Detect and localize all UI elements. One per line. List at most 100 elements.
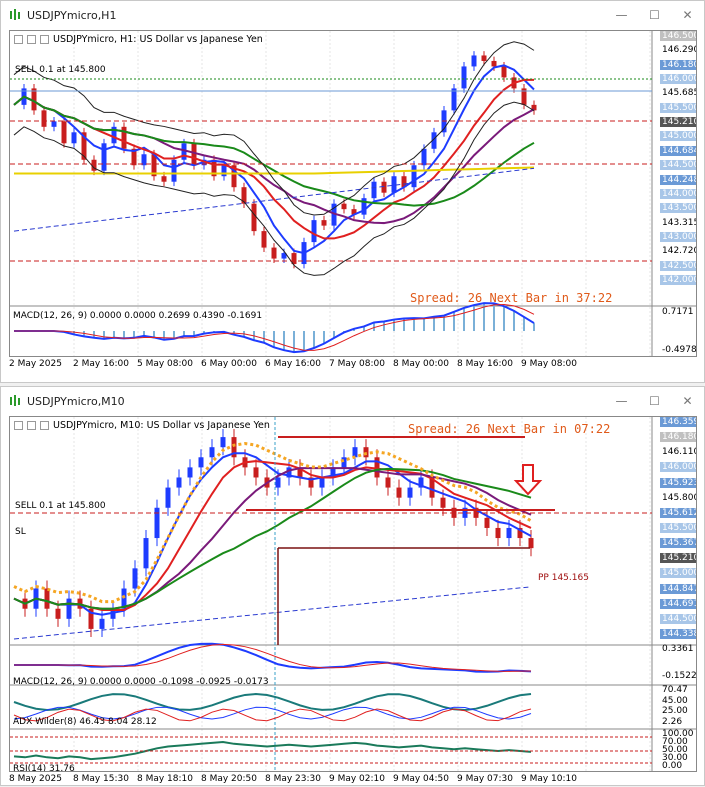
m10-price-axis[interactable]: 146.359 146.180 146.110 146.000 145.923 145.8… — [660, 417, 697, 771]
price-tick-label: 144.248 — [660, 174, 696, 185]
price-tick-label: 146.180 — [660, 432, 696, 443]
candle-body — [451, 88, 457, 111]
price-tick-label: 145.500 — [660, 102, 696, 113]
chart-app-icon — [8, 394, 22, 408]
candle-body — [407, 487, 413, 498]
m10-macd-label: MACD(12, 26, 9) 0.0000 0.0000 -0.1098 -0… — [13, 677, 269, 687]
candle-body — [501, 66, 507, 78]
macd-tick-label: 0.7171 — [662, 307, 694, 317]
price-tick-label: 143.000 — [660, 231, 696, 242]
candle-body — [101, 143, 107, 171]
candle-body — [221, 165, 227, 177]
candle-body — [261, 231, 267, 248]
time-tick-label: 9 May 07:30 — [457, 774, 513, 784]
time-tick-label: 2 May 2025 — [9, 359, 62, 369]
chart-list-icon[interactable] — [27, 421, 36, 430]
h1-chart-window[interactable]: USDJPYmicro,H1 — ☐ ✕ USDJPYmicro, H1: US… — [0, 0, 705, 383]
chart-list-icon[interactable] — [27, 35, 36, 44]
price-tick-label: 144.500 — [660, 160, 696, 171]
h1-window-titlebar[interactable]: USDJPYmicro,H1 — ☐ ✕ — [1, 1, 704, 29]
candle-body — [198, 457, 204, 468]
candle-body — [41, 110, 47, 127]
chart-bars-icon[interactable] — [40, 421, 49, 430]
candle-body — [341, 203, 347, 210]
candle-body — [66, 598, 72, 619]
m10-spread-countdown: Spread: 26 Next Bar in 07:22 — [408, 422, 611, 436]
h1-time-axis[interactable]: 2 May 2025 2 May 16:00 5 May 08:00 6 May 00… — [9, 358, 651, 372]
m10-chart-window[interactable]: USDJPYmicro,M10 — ☐ ✕ USDJPYmicro, M10: … — [0, 386, 705, 786]
h1-price-axis[interactable]: 146.500 146.290 146.180 146.000 145.685 145.5… — [660, 31, 697, 356]
candle-body — [506, 527, 512, 539]
time-tick-label: 8 May 18:10 — [137, 774, 193, 784]
candle-body — [165, 487, 171, 508]
candle-body — [220, 437, 226, 448]
ma-purple — [13, 467, 532, 610]
chart-menu-icon[interactable] — [14, 421, 23, 430]
candle-body — [481, 55, 487, 61]
price-tick-label: 145.367 — [660, 538, 696, 549]
candle-body — [528, 538, 534, 549]
price-tick-label: 145.800 — [662, 492, 697, 503]
candle-body — [171, 159, 177, 182]
m10-chart-header: USDJPYmicro, M10: US Dollar vs Japanese … — [14, 420, 270, 431]
price-tick-label: 142.720 — [662, 246, 697, 257]
price-tick-label: 145.000 — [660, 568, 696, 579]
candle-body — [271, 247, 277, 259]
m10-chart-canvas[interactable]: USDJPYmicro, M10: US Dollar vs Japanese … — [9, 416, 697, 772]
candle-body — [61, 121, 67, 144]
price-tick-label: 145.500 — [660, 523, 696, 533]
ma-red — [13, 460, 532, 611]
price-tick-label: 146.359 — [660, 417, 696, 427]
m10-stop-loss-label[interactable]: SL — [15, 527, 26, 537]
candle-body — [253, 467, 259, 478]
macd-tick-label: 0.3361 — [662, 644, 694, 654]
price-tick-label: 142.000 — [660, 275, 696, 285]
chart-menu-icon[interactable] — [14, 35, 23, 44]
candle-body — [143, 538, 149, 569]
price-tick-label: 145.210 — [660, 117, 696, 128]
candle-body — [391, 176, 397, 193]
minimize-icon[interactable]: — — [605, 1, 638, 29]
candle-body — [471, 55, 477, 67]
h1-price-chart — [10, 31, 696, 356]
time-tick-label: 7 May 08:00 — [329, 359, 385, 369]
adx-tick-label: 70.47 — [662, 685, 688, 695]
candle-body — [396, 487, 402, 498]
h1-chart-header: USDJPYmicro, H1: US Dollar vs Japanese Y… — [14, 34, 263, 45]
time-tick-label: 5 May 08:00 — [137, 359, 193, 369]
adx-tick-label: 25.00 — [662, 706, 688, 717]
down-arrow-icon — [513, 464, 543, 496]
price-tick-label: 143.500 — [660, 203, 696, 214]
m10-symbol-description: USDJPYmicro, M10: US Dollar vs Japanese … — [53, 420, 270, 431]
candle-body — [251, 203, 257, 232]
close-icon[interactable]: ✕ — [671, 387, 704, 415]
time-tick-label: 9 May 04:50 — [393, 774, 449, 784]
m10-adx-label: ADX Wilder(8) 46.43 8.04 28.12 — [13, 717, 157, 727]
m10-time-axis[interactable]: 8 May 2025 8 May 15:30 8 May 18:10 8 May 20… — [9, 773, 651, 787]
time-tick-label: 6 May 16:00 — [265, 359, 321, 369]
maximize-icon[interactable]: ☐ — [638, 1, 671, 29]
candle-body — [99, 618, 105, 629]
candle-body — [491, 60, 497, 67]
time-tick-label: 6 May 00:00 — [201, 359, 257, 369]
candle-body — [385, 477, 391, 488]
candle-body — [51, 121, 57, 127]
h1-chart-canvas[interactable]: USDJPYmicro, H1: US Dollar vs Japanese Y… — [9, 30, 697, 357]
candle-body — [495, 527, 501, 539]
maximize-icon[interactable]: ☐ — [638, 387, 671, 415]
chart-bars-icon[interactable] — [40, 35, 49, 44]
m10-window-titlebar[interactable]: USDJPYmicro,M10 — ☐ ✕ — [1, 387, 704, 415]
time-tick-label: 8 May 2025 — [9, 774, 62, 784]
close-icon[interactable]: ✕ — [671, 1, 704, 29]
m10-sell-order-label[interactable]: SELL 0.1 at 145.800 — [15, 501, 106, 511]
ma-green — [13, 467, 532, 610]
candle-body — [209, 447, 215, 458]
time-tick-label: 8 May 00:00 — [393, 359, 449, 369]
price-tick-label: 146.000 — [660, 462, 696, 473]
price-tick-label: 145.210 — [660, 553, 696, 564]
candle-body — [132, 568, 138, 589]
rsi-tick-label: 0.00 — [662, 761, 683, 771]
h1-sell-order-label[interactable]: SELL 0.1 at 145.800 — [15, 65, 106, 75]
minimize-icon[interactable]: — — [605, 387, 638, 415]
m10-pivot-point-label: PP 145.165 — [538, 573, 589, 583]
